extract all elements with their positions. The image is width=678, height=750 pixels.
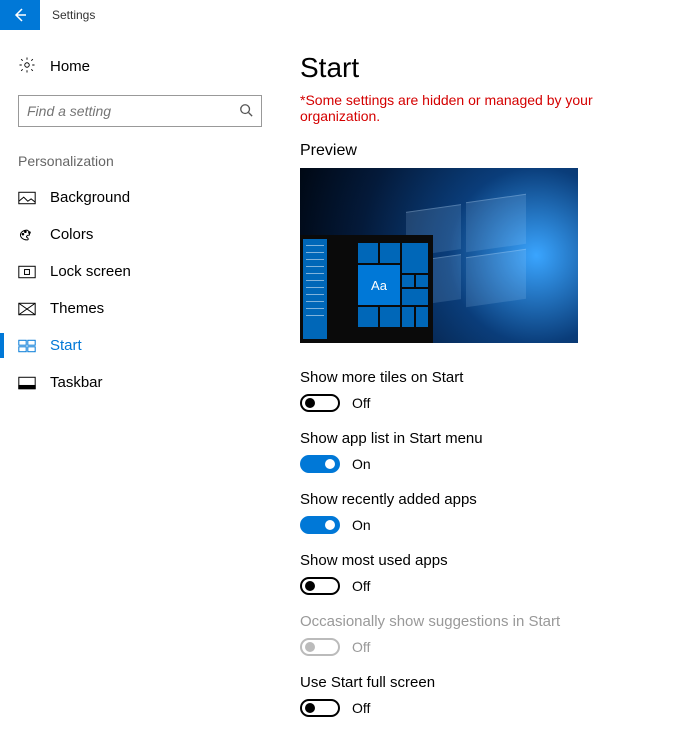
taskbar-icon	[18, 376, 36, 390]
toggle-state-label: Off	[352, 395, 370, 411]
sidebar-item-colors[interactable]: Colors	[0, 216, 280, 253]
toggle-knob	[305, 398, 315, 408]
toggle-switch[interactable]	[300, 699, 340, 717]
picture-icon	[18, 191, 36, 205]
toggle-row: On	[300, 516, 646, 534]
sidebar-home[interactable]: Home	[0, 48, 280, 85]
toggle-row: Off	[300, 577, 646, 595]
search-box[interactable]	[18, 95, 262, 127]
back-button[interactable]	[0, 0, 40, 30]
toggle-state-label: Off	[352, 700, 370, 716]
toggle-knob	[325, 459, 335, 469]
gear-icon	[18, 56, 36, 77]
sidebar: Home Personalization Background Colors L…	[0, 30, 280, 750]
sidebar-section-label: Personalization	[0, 145, 280, 179]
toggle-switch[interactable]	[300, 455, 340, 473]
toggle-row: On	[300, 455, 646, 473]
preview-heading: Preview	[300, 142, 646, 160]
toggle-knob	[305, 642, 315, 652]
page-title: Start	[300, 52, 646, 84]
toggle-switch[interactable]	[300, 516, 340, 534]
themes-icon	[18, 302, 36, 316]
sidebar-item-label: Colors	[50, 226, 93, 243]
toggle-row: Off	[300, 699, 646, 717]
start-preview: Aa	[300, 168, 578, 343]
sidebar-item-start[interactable]: Start	[0, 327, 280, 364]
sidebar-item-taskbar[interactable]: Taskbar	[0, 364, 280, 401]
sidebar-item-label: Background	[50, 189, 130, 206]
toggle-switch[interactable]	[300, 394, 340, 412]
setting-label: Show most used apps	[300, 552, 646, 569]
arrow-left-icon	[12, 7, 28, 23]
setting-row: Show more tiles on Start Off	[300, 369, 646, 412]
toggle-state-label: Off	[352, 639, 370, 655]
content: Home Personalization Background Colors L…	[0, 30, 678, 750]
palette-icon	[18, 228, 36, 242]
setting-label: Use Start full screen	[300, 674, 646, 691]
org-warning: *Some settings are hidden or managed by …	[300, 92, 646, 124]
sidebar-item-label: Lock screen	[50, 263, 131, 280]
sidebar-item-background[interactable]: Background	[0, 179, 280, 216]
setting-row: Use Start full screen Off	[300, 674, 646, 717]
toggle-state-label: On	[352, 456, 371, 472]
toggle-row: Off	[300, 394, 646, 412]
setting-row: Show app list in Start menu On	[300, 430, 646, 473]
setting-label: Show app list in Start menu	[300, 430, 646, 447]
sidebar-home-label: Home	[50, 58, 90, 75]
sidebar-item-label: Taskbar	[50, 374, 103, 391]
toggle-knob	[325, 520, 335, 530]
setting-label: Show recently added apps	[300, 491, 646, 508]
toggle-switch	[300, 638, 340, 656]
main-panel: Start *Some settings are hidden or manag…	[280, 30, 678, 750]
setting-label: Occasionally show suggestions in Start	[300, 613, 646, 630]
toggle-knob	[305, 703, 315, 713]
sidebar-item-label: Themes	[50, 300, 104, 317]
setting-row: Show recently added apps On	[300, 491, 646, 534]
setting-label: Show more tiles on Start	[300, 369, 646, 386]
search-icon	[239, 103, 253, 120]
window-title: Settings	[52, 8, 95, 22]
titlebar: Settings	[0, 0, 678, 30]
sidebar-item-lockscreen[interactable]: Lock screen	[0, 253, 280, 290]
preview-tile-aa: Aa	[358, 265, 400, 305]
start-icon	[18, 339, 36, 353]
toggle-state-label: On	[352, 517, 371, 533]
preview-startmenu: Aa	[300, 235, 433, 343]
settings-list: Show more tiles on Start Off Show app list…	[300, 369, 646, 717]
setting-row: Show most used apps Off	[300, 552, 646, 595]
sidebar-item-label: Start	[50, 337, 82, 354]
sidebar-item-themes[interactable]: Themes	[0, 290, 280, 327]
lockscreen-icon	[18, 265, 36, 279]
preview-applist	[303, 239, 327, 339]
toggle-knob	[305, 581, 315, 591]
toggle-switch[interactable]	[300, 577, 340, 595]
toggle-state-label: Off	[352, 578, 370, 594]
setting-row: Occasionally show suggestions in Start Of…	[300, 613, 646, 656]
toggle-row: Off	[300, 638, 646, 656]
search-input[interactable]	[27, 103, 239, 119]
